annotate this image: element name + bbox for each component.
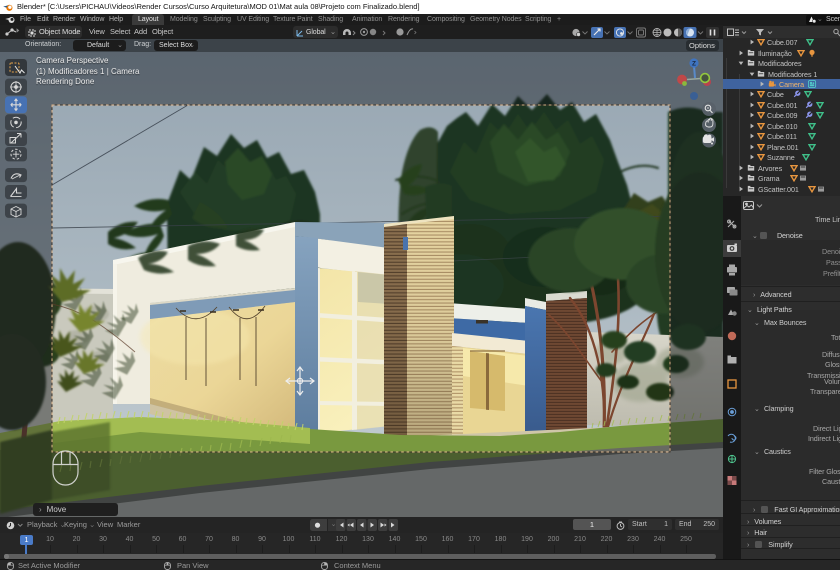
- svg-text:Z: Z: [692, 60, 696, 67]
